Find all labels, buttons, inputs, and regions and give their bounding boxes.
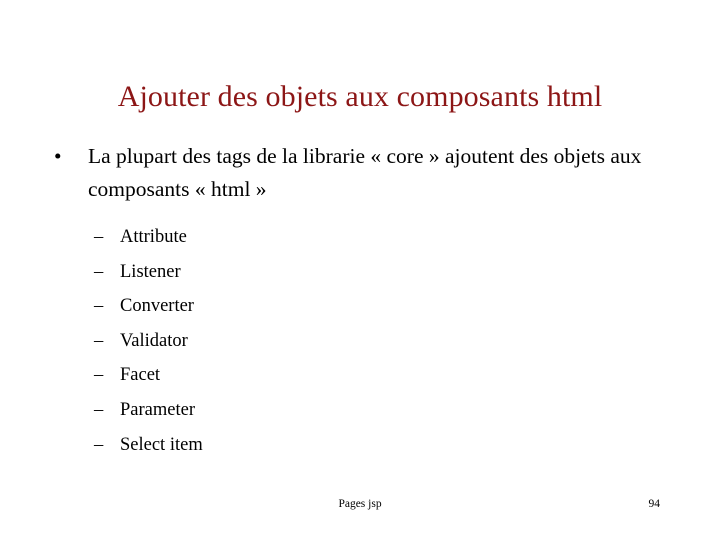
list-item-label: Converter bbox=[120, 296, 194, 317]
list-item: – Select item bbox=[0, 428, 720, 463]
slide-footer-text: Pages jsp bbox=[338, 498, 382, 510]
list-item: – Listener bbox=[0, 255, 720, 290]
list-item: – Facet bbox=[0, 358, 720, 393]
list-item: – Converter bbox=[0, 289, 720, 324]
list-item: – Validator bbox=[0, 324, 720, 359]
dash-marker-icon: – bbox=[94, 261, 104, 282]
list-item-label: La plupart des tags de la librarie « cor… bbox=[88, 144, 642, 201]
dash-marker-icon: – bbox=[94, 296, 104, 317]
list-item-label: Attribute bbox=[120, 227, 187, 247]
sub-list: – Attribute – Listener – Converter – Val… bbox=[0, 220, 720, 462]
page-title: Ajouter des objets aux composants html bbox=[117, 80, 603, 114]
slide: Ajouter des objets aux composants html •… bbox=[0, 0, 720, 540]
dash-marker-icon: – bbox=[94, 434, 104, 455]
list-item: – Attribute bbox=[0, 220, 720, 255]
dash-marker-icon: – bbox=[94, 365, 104, 386]
list-item: • La plupart des tags de la librarie « c… bbox=[0, 140, 720, 206]
dash-marker-icon: – bbox=[94, 399, 104, 420]
list-item-label: Listener bbox=[120, 261, 181, 282]
dash-marker-icon: – bbox=[94, 330, 104, 351]
slide-page-number: 94 bbox=[648, 498, 661, 510]
list-item-label: Validator bbox=[120, 330, 188, 351]
list-item-label: Facet bbox=[120, 365, 161, 386]
bullet-marker-icon: • bbox=[54, 144, 62, 168]
slide-body: • La plupart des tags de la librarie « c… bbox=[0, 140, 720, 462]
list-item-label: Select item bbox=[120, 434, 203, 455]
list-item: – Parameter bbox=[0, 393, 720, 428]
list-item-label: Parameter bbox=[120, 399, 195, 420]
dash-marker-icon: – bbox=[94, 227, 104, 247]
